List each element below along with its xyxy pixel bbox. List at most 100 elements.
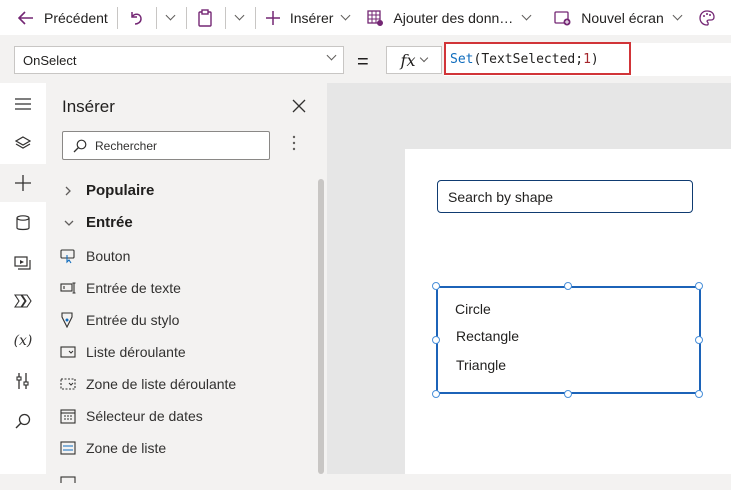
- property-dropdown[interactable]: OnSelect: [14, 46, 344, 74]
- palette-icon: [699, 9, 715, 26]
- insert-item-combobox[interactable]: Zone de liste déroulante: [60, 372, 236, 396]
- search-icon: [73, 139, 87, 152]
- toolbar-divider: [185, 6, 187, 29]
- list-item[interactable]: Rectangle: [456, 328, 519, 344]
- paste-button[interactable]: [197, 0, 213, 35]
- insert-item-date-picker[interactable]: Sélecteur de dates: [60, 404, 203, 428]
- panel-title: Insérer: [62, 97, 115, 116]
- hamburger-icon: [15, 98, 31, 110]
- resize-handle-right[interactable]: [695, 336, 703, 344]
- media-icon: [14, 256, 31, 270]
- clipboard-icon: [197, 8, 213, 27]
- new-screen-button[interactable]: Nouvel écran: [554, 0, 683, 35]
- list-item[interactable]: Triangle: [456, 357, 506, 373]
- fx-button[interactable]: fx: [386, 46, 442, 74]
- formula-argument: TextSelected: [481, 52, 576, 67]
- item-label: Bouton: [86, 248, 131, 264]
- dropdown-icon: [60, 346, 76, 358]
- item-label: Zone de liste: [86, 440, 167, 456]
- insert-label: Insérer: [289, 9, 334, 26]
- chevron-down-icon: [672, 10, 683, 21]
- chevron-down-icon: [234, 10, 245, 21]
- variables-rail-button[interactable]: (𝑥): [0, 322, 46, 360]
- insert-item-partial[interactable]: [60, 466, 86, 490]
- equals-sign: =: [357, 51, 369, 73]
- more-options-button[interactable]: [292, 135, 296, 155]
- insert-item-button[interactable]: Bouton: [60, 244, 130, 268]
- undo-icon: [128, 10, 144, 26]
- insert-item-dropdown[interactable]: Liste déroulante: [60, 340, 186, 364]
- close-panel-button[interactable]: [292, 99, 308, 115]
- resize-handle-bottom[interactable]: [564, 390, 572, 398]
- tree-view-button[interactable]: [0, 124, 46, 162]
- chevron-down-icon: [521, 10, 532, 21]
- button-icon: [60, 249, 75, 264]
- back-label: Précédent: [44, 9, 108, 26]
- list-item[interactable]: Circle: [455, 301, 491, 317]
- formula-number: 1: [583, 52, 591, 67]
- chevron-down-icon: [340, 10, 351, 21]
- panel-scrollbar[interactable]: [318, 179, 324, 474]
- insert-panel: Insérer Rechercher Populaire Entrée Bout…: [46, 83, 327, 483]
- back-arrow-icon: [18, 10, 34, 25]
- checkbox-icon: [60, 476, 76, 483]
- app-screen[interactable]: Search by shape Circle Rectangle Triangl…: [405, 149, 731, 474]
- listbox-icon: [60, 441, 76, 455]
- item-label: Zone de liste déroulante: [86, 376, 237, 392]
- formula-text[interactable]: Set(TextSelected;1): [450, 52, 599, 67]
- plus-icon: [265, 10, 280, 25]
- search-icon: [15, 413, 31, 429]
- resize-handle-top-right[interactable]: [695, 282, 703, 290]
- resize-handle-left[interactable]: [432, 336, 440, 344]
- search-input[interactable]: Rechercher: [62, 131, 270, 160]
- power-automate-rail-button[interactable]: [0, 282, 46, 320]
- item-label: Entrée de texte: [86, 280, 181, 296]
- property-value: OnSelect: [23, 52, 77, 68]
- search-by-shape-input[interactable]: Search by shape: [437, 180, 693, 213]
- data-rail-button[interactable]: [0, 204, 46, 242]
- command-bar: Précédent Insérer Ajouter des donn… Nouv…: [0, 0, 731, 36]
- close-icon: [292, 99, 306, 113]
- menu-button[interactable]: [0, 85, 46, 123]
- pen-icon: [61, 312, 73, 328]
- layers-icon: [15, 136, 31, 149]
- plus-icon: [15, 175, 31, 191]
- text-input-value: Search by shape: [448, 188, 554, 205]
- resize-handle-top-left[interactable]: [432, 282, 440, 290]
- category-input[interactable]: Entrée: [64, 214, 133, 231]
- media-rail-button[interactable]: [0, 244, 46, 282]
- tools-rail-button[interactable]: [0, 362, 46, 400]
- add-data-label: Ajouter des donn…: [393, 9, 514, 26]
- toolbar-divider: [116, 6, 118, 29]
- resize-handle-top[interactable]: [564, 282, 572, 290]
- resize-handle-bottom-left[interactable]: [432, 390, 440, 398]
- database-icon: [16, 215, 30, 231]
- undo-menu-chevron[interactable]: [165, 0, 176, 35]
- paste-menu-chevron[interactable]: [234, 0, 245, 35]
- more-vertical-icon: [292, 135, 296, 151]
- theme-button[interactable]: [699, 0, 715, 35]
- undo-button[interactable]: [128, 0, 144, 35]
- formula-bar: OnSelect = fx Set(TextSelected;1): [0, 35, 731, 84]
- insert-item-pen-input[interactable]: Entrée du stylo: [60, 308, 179, 332]
- back-button[interactable]: Précédent: [18, 0, 108, 35]
- variables-icon: (𝑥): [13, 333, 33, 349]
- category-popular[interactable]: Populaire: [64, 182, 154, 199]
- item-label: Liste déroulante: [86, 344, 186, 360]
- chevron-down-icon: [326, 50, 337, 61]
- insert-rail-button[interactable]: [0, 164, 46, 202]
- item-label: Sélecteur de dates: [86, 408, 203, 424]
- chevron-down-icon: [420, 53, 429, 63]
- category-label: Entrée: [86, 214, 133, 231]
- toolbar-divider: [224, 6, 226, 29]
- chevron-down-icon: [64, 220, 74, 226]
- insert-item-listbox[interactable]: Zone de liste: [60, 436, 166, 460]
- chevron-down-icon: [165, 10, 176, 21]
- insert-item-text-input[interactable]: Entrée de texte: [60, 276, 181, 300]
- resize-handle-bottom-right[interactable]: [695, 390, 703, 398]
- search-rail-button[interactable]: [0, 402, 46, 440]
- add-data-button[interactable]: Ajouter des donn…: [367, 0, 532, 35]
- fx-icon: fx: [400, 50, 416, 70]
- insert-button[interactable]: Insérer: [265, 0, 351, 35]
- shape-listbox[interactable]: Circle Rectangle Triangle: [436, 286, 701, 394]
